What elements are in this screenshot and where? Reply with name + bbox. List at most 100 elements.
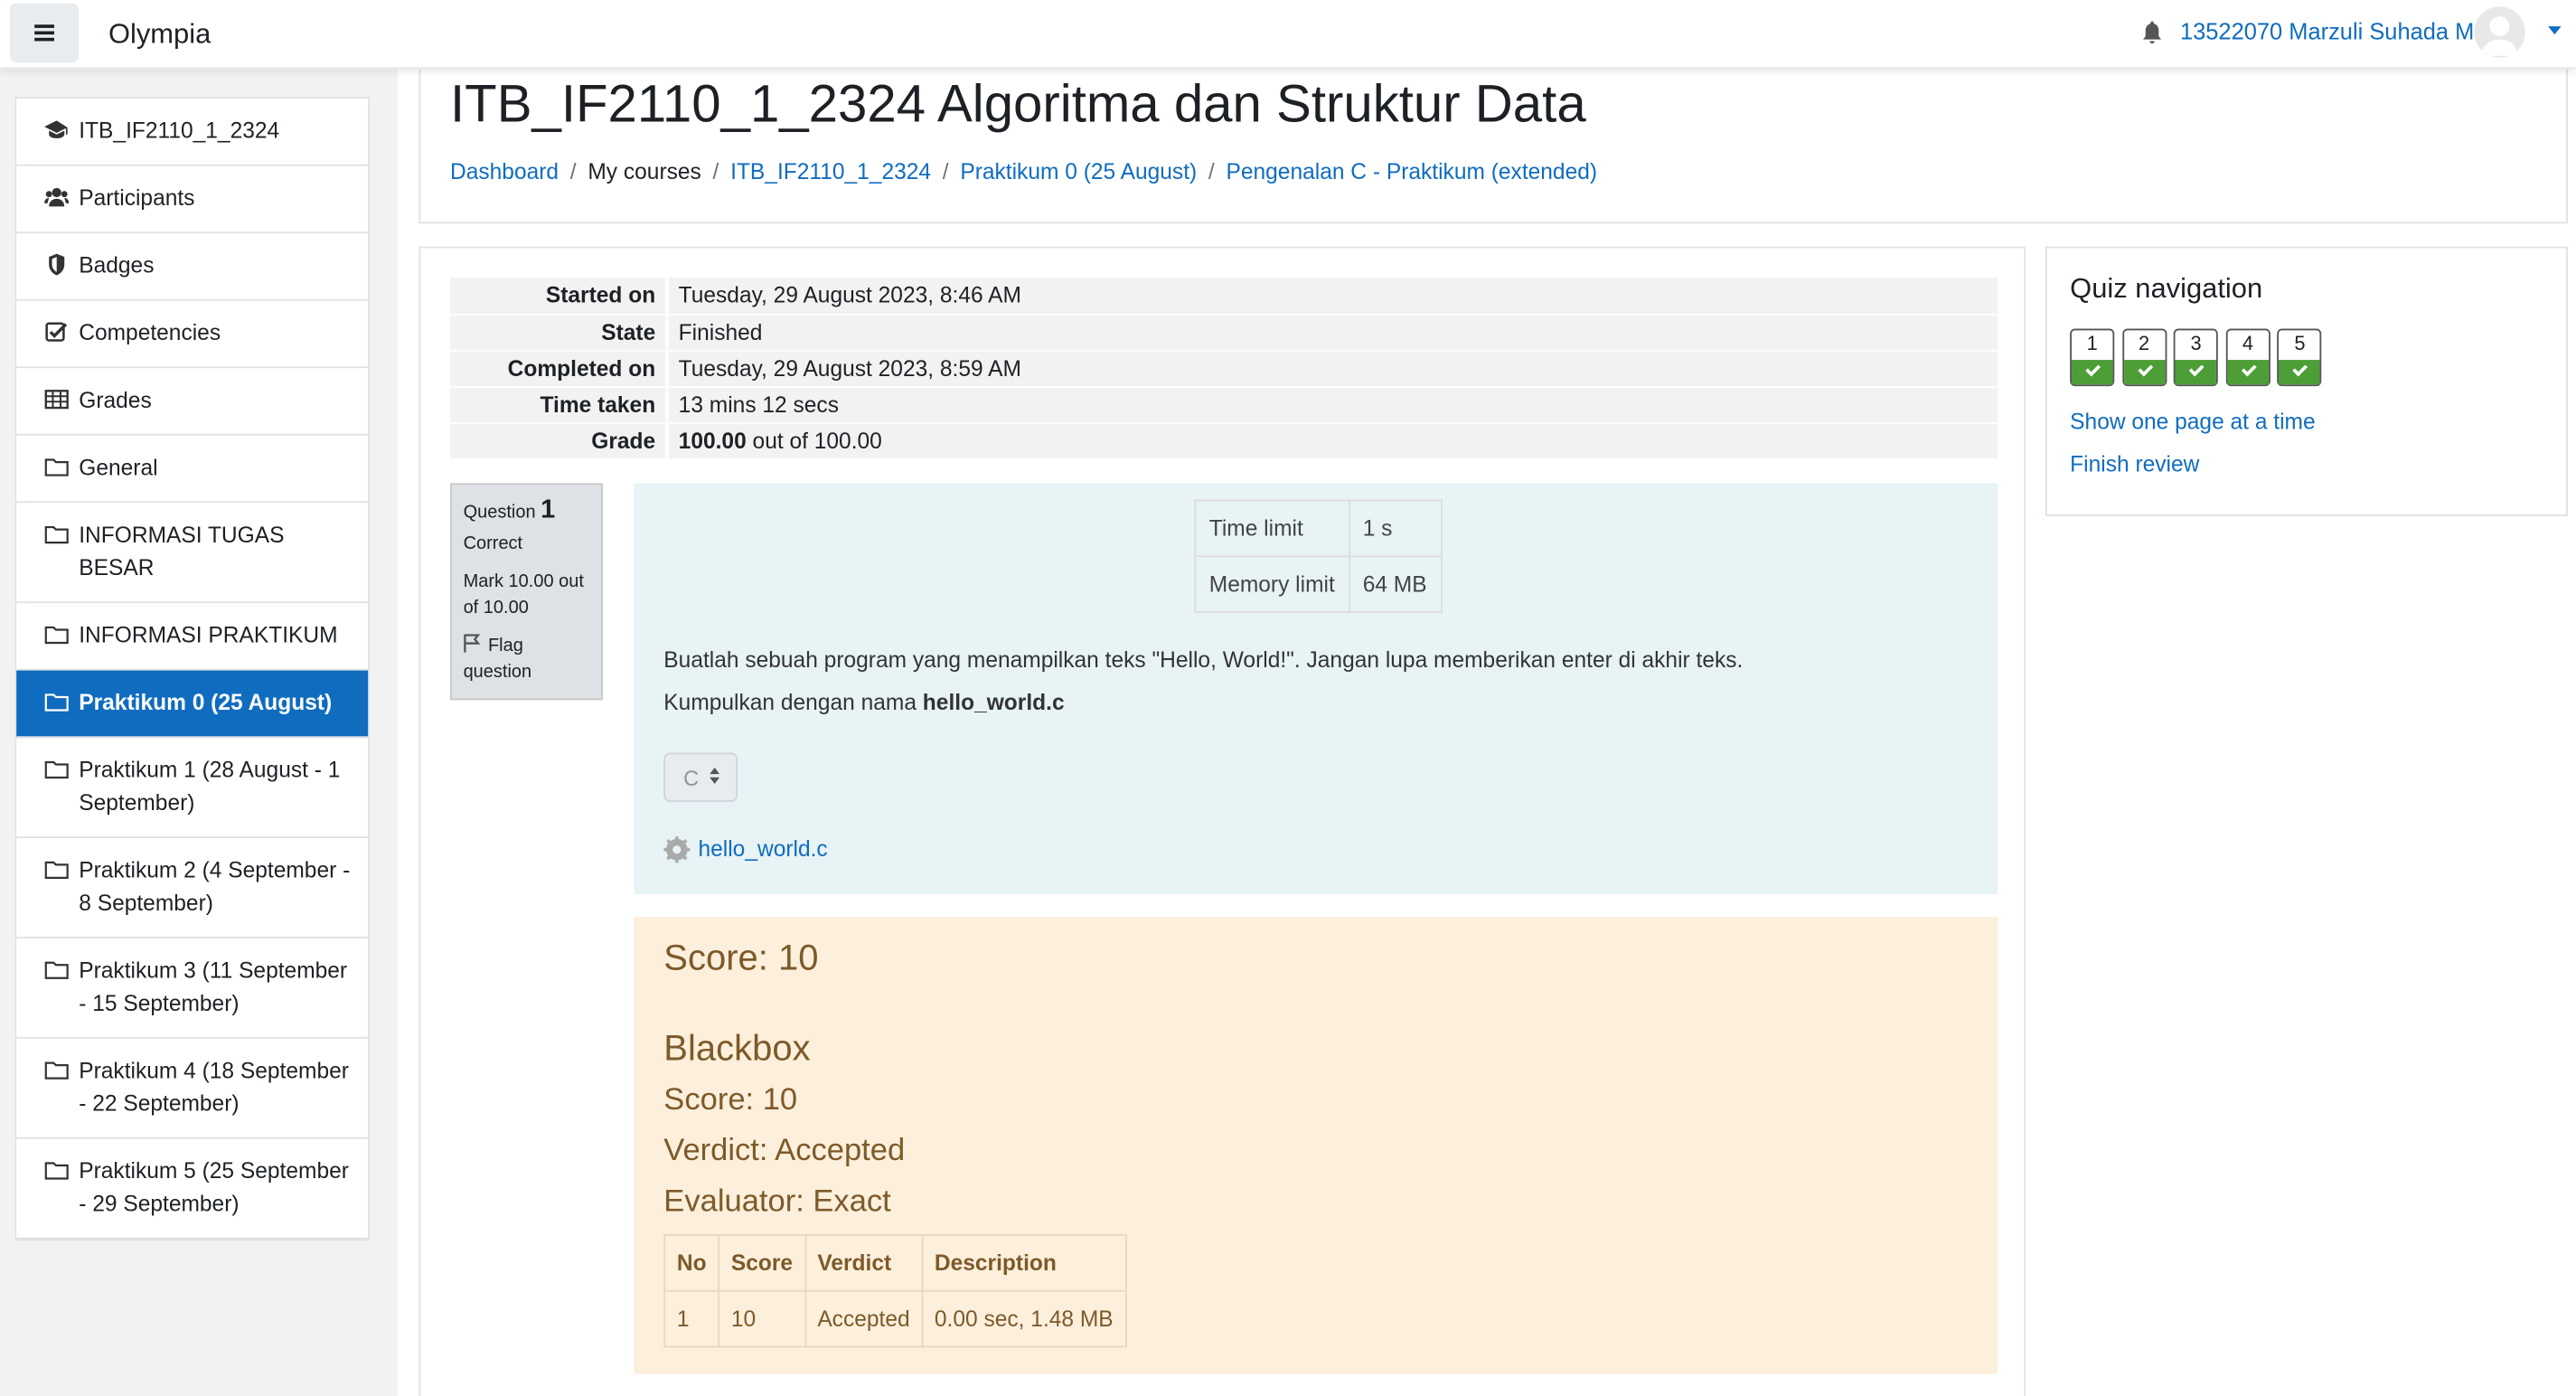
nav-item-label: Praktikum 0 (25 August): [79, 690, 333, 715]
table-cell: 0.00 sec, 1.48 MB: [921, 1289, 1127, 1348]
column-header: Verdict: [804, 1234, 924, 1292]
nav-item-badges[interactable]: Badges: [16, 233, 369, 301]
show-one-page-link[interactable]: Show one page at a time: [2070, 410, 2315, 434]
question-nav-number: 2: [2139, 332, 2150, 355]
nav-item-informasi-praktikum[interactable]: INFORMASI PRAKTIKUM: [16, 603, 369, 671]
nav-item-competencies[interactable]: Competencies: [16, 301, 369, 369]
nav-item-participants[interactable]: Participants: [16, 166, 369, 234]
select-arrows-icon: [710, 767, 720, 784]
nav-item-course[interactable]: ITB_IF2110_1_2324: [16, 99, 369, 166]
chevron-down-icon[interactable]: [2548, 26, 2562, 35]
breadcrumb-course[interactable]: ITB_IF2110_1_2324: [730, 159, 931, 184]
nav-item-praktikum-0[interactable]: Praktikum 0 (25 August): [16, 670, 369, 739]
finish-review-link[interactable]: Finish review: [2070, 452, 2199, 476]
table-row: 1 10 Accepted 0.00 sec, 1.48 MB: [663, 1289, 1127, 1348]
quiz-navigation-title: Quiz navigation: [2070, 272, 2263, 305]
table-cell: 1: [663, 1289, 720, 1348]
summary-key: State: [450, 314, 667, 352]
breadcrumb-quiz[interactable]: Pengenalan C - Praktikum (extended): [1226, 159, 1597, 184]
nav-item-label: Competencies: [79, 320, 221, 345]
nav-item-label: Praktikum 4 (18 September - 22 September…: [79, 1058, 349, 1117]
question-nav-button-5[interactable]: 5: [2277, 328, 2322, 387]
nav-item-grades[interactable]: Grades: [16, 368, 369, 436]
question-buttons: 1 2 3 4 5: [2070, 328, 2329, 387]
site-brand[interactable]: Olympia: [108, 18, 211, 51]
summary-value: 13 mins 12 secs: [665, 386, 1998, 424]
summary-value: Tuesday, 29 August 2023, 8:59 AM: [665, 350, 1998, 388]
summary-key: Time taken: [450, 386, 667, 424]
avatar[interactable]: [2474, 6, 2525, 58]
attachment-filename[interactable]: hello_world.c: [698, 836, 827, 861]
summary-key: Grade: [450, 422, 667, 460]
summary-value: Finished: [665, 314, 1998, 352]
folder-icon: [44, 525, 69, 544]
submit-prefix: Kumpulkan dengan nama: [663, 690, 923, 715]
nav-item-general[interactable]: General: [16, 436, 369, 504]
question-number: 1: [541, 495, 556, 524]
nav-item-praktikum-1[interactable]: Praktikum 1 (28 August - 1 September): [16, 738, 369, 838]
language-select[interactable]: C: [663, 752, 738, 802]
folder-icon: [44, 760, 69, 779]
top-navbar: Olympia 13522070 Marzuli Suhada M.: [0, 0, 2576, 70]
question-nav-number: 4: [2242, 332, 2254, 355]
gear-icon: [663, 836, 691, 863]
attempt-summary-table: Started on Tuesday, 29 August 2023, 8:46 …: [450, 278, 1998, 460]
submit-instruction: Kumpulkan dengan nama hello_world.c: [663, 690, 1064, 714]
user-menu-name[interactable]: 13522070 Marzuli Suhada M.: [2180, 18, 2480, 44]
limit-value: 1 s: [1348, 499, 1443, 558]
nav-item-praktikum-2[interactable]: Praktikum 2 (4 September - 8 September): [16, 838, 369, 939]
nav-item-label: ITB_IF2110_1_2324: [79, 118, 280, 144]
folder-icon: [44, 1061, 69, 1080]
check-square-icon: [45, 322, 68, 342]
bell-icon[interactable]: [2139, 20, 2166, 46]
question-nav-number: 5: [2294, 332, 2306, 355]
nav-item-label: Praktikum 3 (11 September - 15 September…: [79, 957, 348, 1016]
grade-value: 100.00: [678, 428, 747, 453]
drawer-toggle-button[interactable]: [9, 3, 80, 63]
nav-item-informasi-tugas-besar[interactable]: INFORMASI TUGAS BESAR: [16, 503, 369, 604]
nav-item-label: Grades: [79, 387, 152, 413]
check-icon: [2123, 360, 2165, 385]
limit-key: Time limit: [1194, 499, 1350, 558]
folder-icon: [44, 1162, 69, 1180]
question-mark: Mark 10.00 out of 10.00: [463, 571, 584, 618]
breadcrumb: Dashboard / My courses / ITB_IF2110_1_2324/P…: [450, 159, 1598, 184]
nav-item-label: Praktikum 2 (4 September - 8 September): [79, 857, 351, 916]
nav-item-praktikum-4[interactable]: Praktikum 4 (18 September - 22 September…: [16, 1039, 369, 1139]
question-nav-button-4[interactable]: 4: [2225, 328, 2270, 387]
check-icon: [2279, 360, 2321, 385]
question-nav-button-2[interactable]: 2: [2121, 328, 2167, 387]
question-status: Correct: [463, 533, 523, 554]
table-icon: [44, 390, 69, 410]
course-nav-list: ITB_IF2110_1_2324 Participants Badges Co…: [14, 97, 370, 1241]
feedback-score: Score: 10: [663, 937, 819, 978]
menu-icon: [34, 31, 54, 35]
grade-out-of: out of 100.00: [746, 428, 882, 453]
column-header: No: [663, 1234, 720, 1292]
user-silhouette-icon: [2480, 16, 2519, 56]
folder-icon: [44, 693, 69, 712]
folder-icon: [44, 458, 69, 476]
submit-filename: hello_world.c: [922, 690, 1065, 715]
flag-question-button[interactable]: Flag question: [464, 633, 590, 685]
breadcrumb-dashboard[interactable]: Dashboard: [450, 159, 559, 184]
summary-value: 100.00 out of 100.00: [665, 422, 1998, 460]
question-info: Question 1 Correct Mark 10.00 out of 10.…: [450, 483, 604, 701]
nav-item-praktikum-3[interactable]: Praktikum 3 (11 September - 15 September…: [16, 939, 369, 1039]
testcase-table: No Score Verdict Description 1 10 Accept…: [663, 1234, 1127, 1348]
check-icon: [2071, 360, 2113, 385]
limits-table: Time limit 1 s Memory limit 64 MB: [1194, 499, 1443, 613]
question-nav-button-3[interactable]: 3: [2174, 328, 2219, 387]
question-nav-button-1[interactable]: 1: [2070, 328, 2115, 387]
folder-icon: [44, 626, 69, 645]
table-cell: 10: [718, 1289, 806, 1348]
users-icon: [44, 187, 70, 207]
question-text: Buatlah sebuah program yang menampilkan …: [663, 647, 1744, 673]
nav-item-label: Participants: [79, 185, 195, 211]
nav-item-praktikum-5[interactable]: Praktikum 5 (25 September - 29 September…: [16, 1139, 369, 1240]
graduation-cap-icon: [44, 120, 68, 138]
nav-item-label: Praktikum 1 (28 August - 1 September): [79, 757, 341, 816]
nav-item-label: INFORMASI TUGAS BESAR: [79, 522, 285, 580]
breadcrumb-section[interactable]: Praktikum 0 (25 August): [960, 159, 1197, 184]
nav-item-label: Praktikum 5 (25 September - 29 September…: [79, 1158, 349, 1217]
